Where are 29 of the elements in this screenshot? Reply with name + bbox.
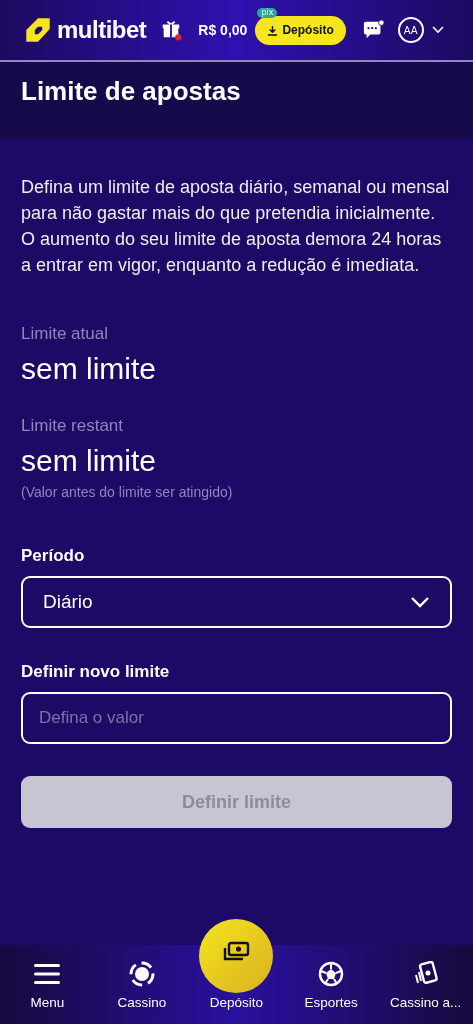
gift-icon[interactable] [160, 19, 183, 41]
new-limit-label: Definir novo limite [21, 662, 171, 682]
nav-tab[interactable]: Menu [0, 961, 95, 1010]
nav-tab[interactable]: Cassino a... [378, 961, 473, 1010]
limit-input-field[interactable]: Defina o valor [21, 692, 452, 744]
page-title: Limite de apostas [21, 76, 242, 107]
pix-badge: pix [257, 7, 278, 18]
remaining-limit-value: sem limite [21, 444, 157, 478]
balance: R$ 0,00 [198, 22, 248, 38]
chevron-down-icon [410, 596, 430, 608]
avatar[interactable]: AA [397, 17, 424, 43]
cards-icon [412, 961, 439, 987]
current-limit-value: sem limite [21, 352, 157, 386]
remaining-limit-note: (Valor antes do limite ser atingido) [21, 484, 234, 500]
chip-icon [128, 961, 155, 987]
description: Defina um limite de aposta diário, semanal ou mensal para não gastar mais do que pretendia inicialmente. O aumento do seu limite de aposta demora 24 horas a entrar em vigor, enquanto a redução é imediata. [21, 176, 451, 277]
logo-text[interactable]: multibet [57, 16, 147, 44]
current-limit-label: Limite atual [21, 324, 109, 344]
nav-tab[interactable]: Cassino [94, 961, 190, 1010]
chevron-down-icon[interactable] [431, 26, 444, 34]
remaining-limit-label: Limite restant [21, 416, 125, 436]
period-dropdown[interactable]: Diário [21, 576, 452, 628]
soccer-ball-icon [318, 961, 345, 987]
cash-icon [222, 941, 251, 963]
deposit-button[interactable]: Depósito [255, 15, 346, 45]
nav-tab[interactable]: Esportes [283, 961, 379, 1010]
menu-icon [34, 961, 61, 987]
period-label: Período [21, 546, 86, 566]
download-icon [267, 24, 279, 36]
